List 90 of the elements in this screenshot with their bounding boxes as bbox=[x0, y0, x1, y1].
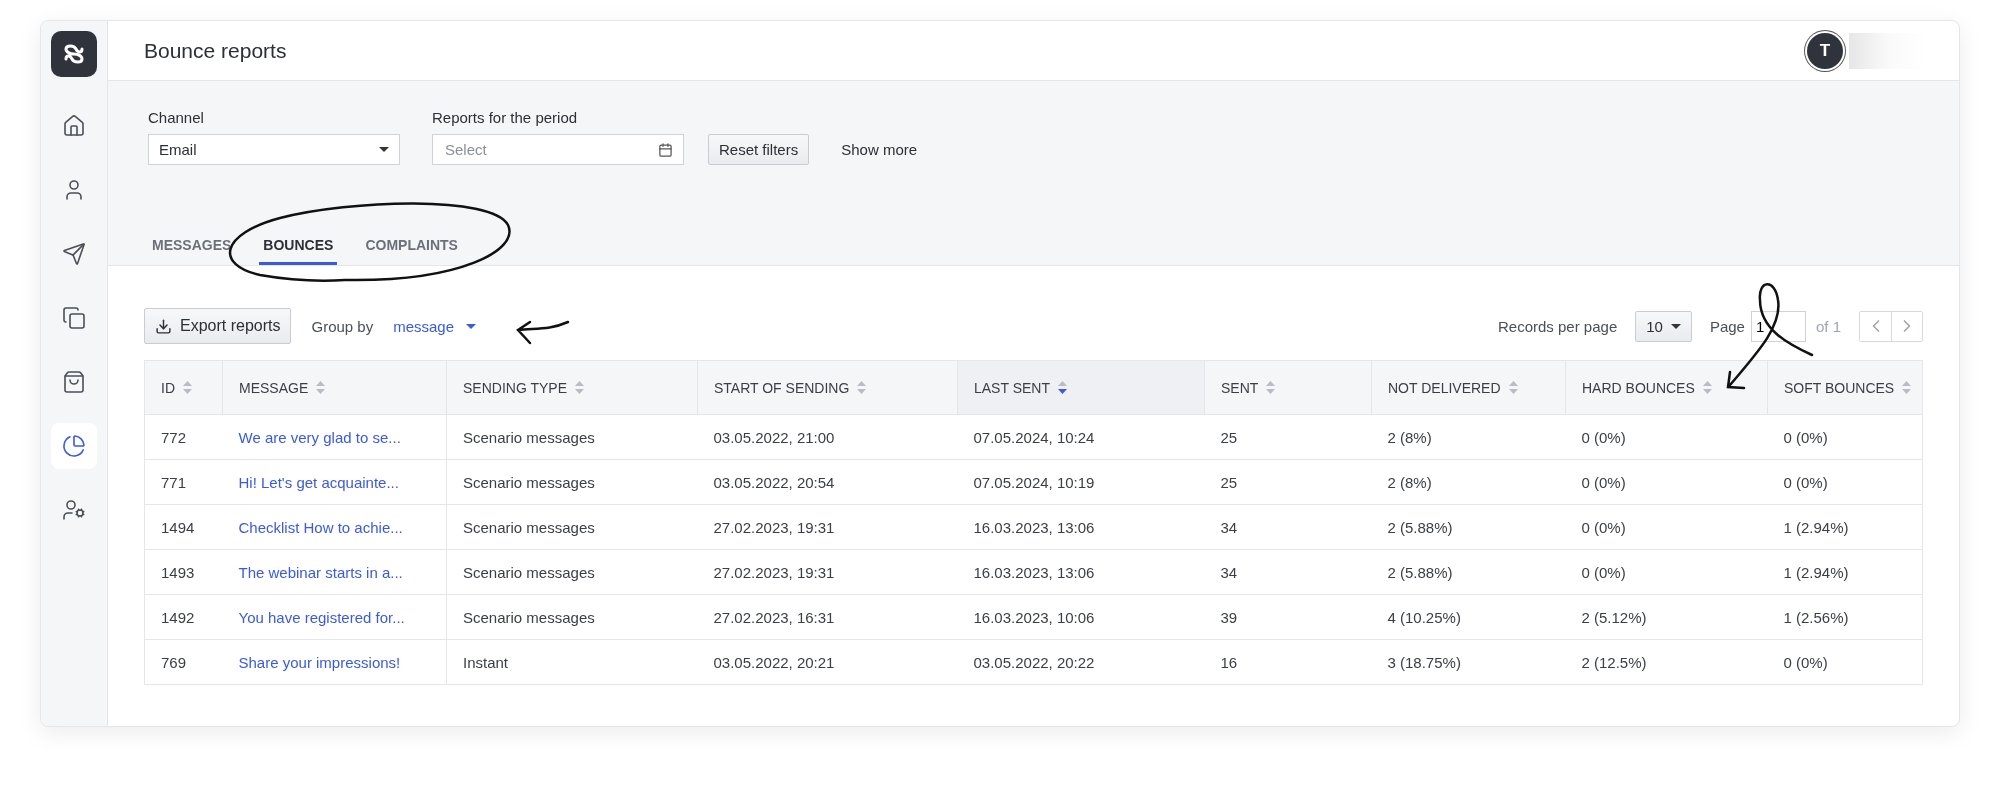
message-link[interactable]: Share your impressions! bbox=[222, 639, 447, 685]
table-cell: 1492 bbox=[144, 594, 223, 640]
table-cell: Scenario messages bbox=[446, 549, 698, 595]
table-cell: 07.05.2024, 10:24 bbox=[957, 414, 1205, 460]
logo-icon[interactable] bbox=[51, 31, 97, 77]
column-header[interactable]: MESSAGE bbox=[222, 360, 447, 415]
channel-select[interactable]: Email bbox=[148, 134, 400, 165]
field-label: Reports for the period bbox=[432, 109, 579, 126]
sort-icon[interactable] bbox=[1058, 381, 1067, 394]
column-header[interactable]: LAST SENT bbox=[957, 360, 1205, 415]
records-per-page-label: Records per page bbox=[1498, 317, 1618, 335]
reset-filters-button[interactable]: Reset filters bbox=[708, 134, 810, 165]
group-by-label: Group by bbox=[311, 317, 374, 335]
download-icon bbox=[155, 317, 172, 335]
table-cell: 772 bbox=[144, 414, 223, 460]
table-cell: 2 (8%) bbox=[1371, 459, 1566, 505]
table-cell: 0 (0%) bbox=[1565, 504, 1768, 550]
page-title: Bounce reports bbox=[144, 38, 287, 63]
table-cell: 34 bbox=[1204, 549, 1372, 595]
calendar-icon bbox=[658, 141, 673, 158]
page-label: Page bbox=[1709, 317, 1745, 335]
table-cell: 1493 bbox=[144, 549, 223, 595]
records-per-page-select[interactable]: 10 bbox=[1635, 310, 1692, 342]
table-cell: 0 (0%) bbox=[1767, 459, 1923, 505]
table-cell: Scenario messages bbox=[446, 594, 698, 640]
column-header[interactable]: NOT DELIVERED bbox=[1371, 360, 1566, 415]
table-cell: 0 (0%) bbox=[1565, 414, 1768, 460]
message-link[interactable]: We are very glad to se... bbox=[222, 414, 447, 460]
pie-chart-icon[interactable] bbox=[51, 423, 97, 469]
table-cell: 39 bbox=[1204, 594, 1372, 640]
table-cell: 2 (5.88%) bbox=[1371, 549, 1566, 595]
export-reports-button[interactable]: Export reports bbox=[144, 308, 292, 344]
column-header[interactable]: HARD BOUNCES bbox=[1565, 360, 1768, 415]
column-header[interactable]: SENDING TYPE bbox=[446, 360, 698, 415]
group-by-dropdown[interactable]: message bbox=[393, 317, 477, 335]
table-cell: Scenario messages bbox=[446, 414, 698, 460]
message-link[interactable]: The webinar starts in a... bbox=[222, 549, 447, 595]
column-header[interactable]: SOFT BOUNCES bbox=[1767, 360, 1923, 415]
date-input[interactable]: Select bbox=[443, 140, 659, 159]
column-header[interactable]: SENT bbox=[1204, 360, 1372, 415]
table-cell: 34 bbox=[1204, 504, 1372, 550]
show-more-link[interactable]: Show more bbox=[841, 134, 918, 165]
page-total: of 1 bbox=[1815, 317, 1841, 335]
table-cell: 771 bbox=[144, 459, 223, 505]
field-label: Channel bbox=[148, 109, 205, 126]
table-cell: 27.02.2023, 16:31 bbox=[697, 594, 958, 640]
table-cell: 2 (5.12%) bbox=[1565, 594, 1768, 640]
table-cell: 03.05.2022, 21:00 bbox=[697, 414, 958, 460]
message-link[interactable]: Hi! Let's get acquainte... bbox=[222, 459, 447, 505]
table-cell: 27.02.2023, 19:31 bbox=[697, 549, 958, 595]
table-cell: 03.05.2022, 20:22 bbox=[957, 639, 1205, 685]
column-header[interactable]: START OF SENDING bbox=[697, 360, 958, 415]
table-cell: 03.05.2022, 20:21 bbox=[697, 639, 958, 685]
table-cell: 0 (0%) bbox=[1767, 414, 1923, 460]
tab[interactable]: MESSAGES bbox=[148, 237, 236, 265]
table-cell: 03.05.2022, 20:54 bbox=[697, 459, 958, 505]
next-page-button[interactable] bbox=[1891, 311, 1922, 341]
table-cell: 2 (12.5%) bbox=[1565, 639, 1768, 685]
table-cell: Instant bbox=[446, 639, 698, 685]
table-cell: Scenario messages bbox=[446, 504, 698, 550]
table-cell: 16.03.2023, 13:06 bbox=[957, 549, 1205, 595]
table-cell: 1494 bbox=[144, 504, 223, 550]
column-header[interactable]: ID bbox=[144, 360, 223, 415]
table-cell: 1 (2.94%) bbox=[1767, 504, 1923, 550]
table-cell: 27.02.2023, 19:31 bbox=[697, 504, 958, 550]
message-link[interactable]: Checklist How to achie... bbox=[222, 504, 447, 550]
table-cell: 16.03.2023, 13:06 bbox=[957, 504, 1205, 550]
table-cell: 0 (0%) bbox=[1767, 639, 1923, 685]
user-avatar[interactable]: T bbox=[1807, 32, 1843, 69]
table-cell: 2 (5.88%) bbox=[1371, 504, 1566, 550]
tab[interactable]: COMPLAINTS bbox=[361, 237, 462, 265]
table-cell: 4 (10.25%) bbox=[1371, 594, 1566, 640]
table-cell: 25 bbox=[1204, 459, 1372, 505]
table-cell: 2 (8%) bbox=[1371, 414, 1566, 460]
table-cell: 16.03.2023, 10:06 bbox=[957, 594, 1205, 640]
tab[interactable]: BOUNCES bbox=[259, 237, 338, 265]
message-link[interactable]: You have registered for... bbox=[222, 594, 447, 640]
table-cell: Scenario messages bbox=[446, 459, 698, 505]
table-cell: 07.05.2024, 10:19 bbox=[957, 459, 1205, 505]
caret-icon bbox=[379, 147, 389, 152]
table-cell: 1 (2.56%) bbox=[1767, 594, 1923, 640]
table-cell: 1 (2.94%) bbox=[1767, 549, 1923, 595]
arrow-annotation-drawing bbox=[516, 320, 570, 345]
date-field[interactable]: Select bbox=[432, 134, 684, 165]
table-cell: 25 bbox=[1204, 414, 1372, 460]
table-cell: 3 (18.75%) bbox=[1371, 639, 1566, 685]
table-cell: 16 bbox=[1204, 639, 1372, 685]
table-cell: 0 (0%) bbox=[1565, 549, 1768, 595]
table-cell: 769 bbox=[144, 639, 223, 685]
table-cell: 0 (0%) bbox=[1565, 459, 1768, 505]
